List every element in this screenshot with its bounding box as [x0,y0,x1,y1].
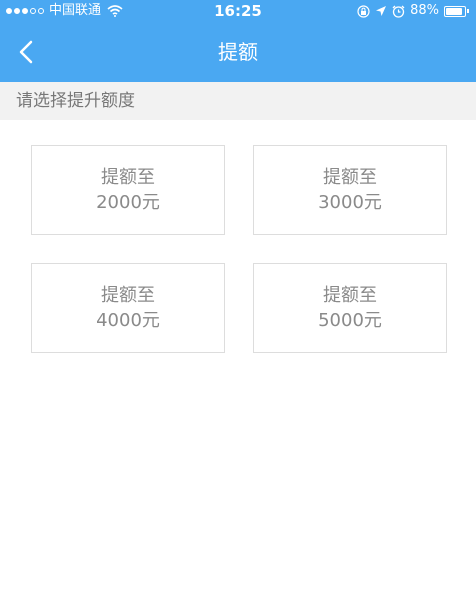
option-amount: 4000元 [96,310,160,331]
option-amount: 3000元 [318,192,382,213]
battery-icon [444,5,470,17]
app-header: 中国联通 16:25 88% 提额 [0,0,476,82]
option-2000-button[interactable]: 提额至 2000元 [31,145,225,235]
option-label: 提额至 [101,285,155,306]
option-label: 提额至 [323,167,377,188]
nav-bar: 提额 [0,22,476,82]
battery-percent: 88% [410,3,439,18]
option-4000-button[interactable]: 提额至 4000元 [31,263,225,353]
alarm-icon [392,5,405,18]
option-3000-button[interactable]: 提额至 3000元 [253,145,447,235]
option-amount: 5000元 [318,310,382,331]
hint-text: 请选择提升额度 [0,82,476,120]
option-amount: 2000元 [96,192,160,213]
location-icon [376,6,387,16]
option-label: 提额至 [101,167,155,188]
page-title: 提额 [218,40,258,64]
option-5000-button[interactable]: 提额至 5000元 [253,263,447,353]
option-label: 提额至 [323,285,377,306]
status-bar: 中国联通 16:25 88% [0,0,476,22]
status-right: 88% [357,0,470,22]
rotation-lock-icon [357,4,370,18]
